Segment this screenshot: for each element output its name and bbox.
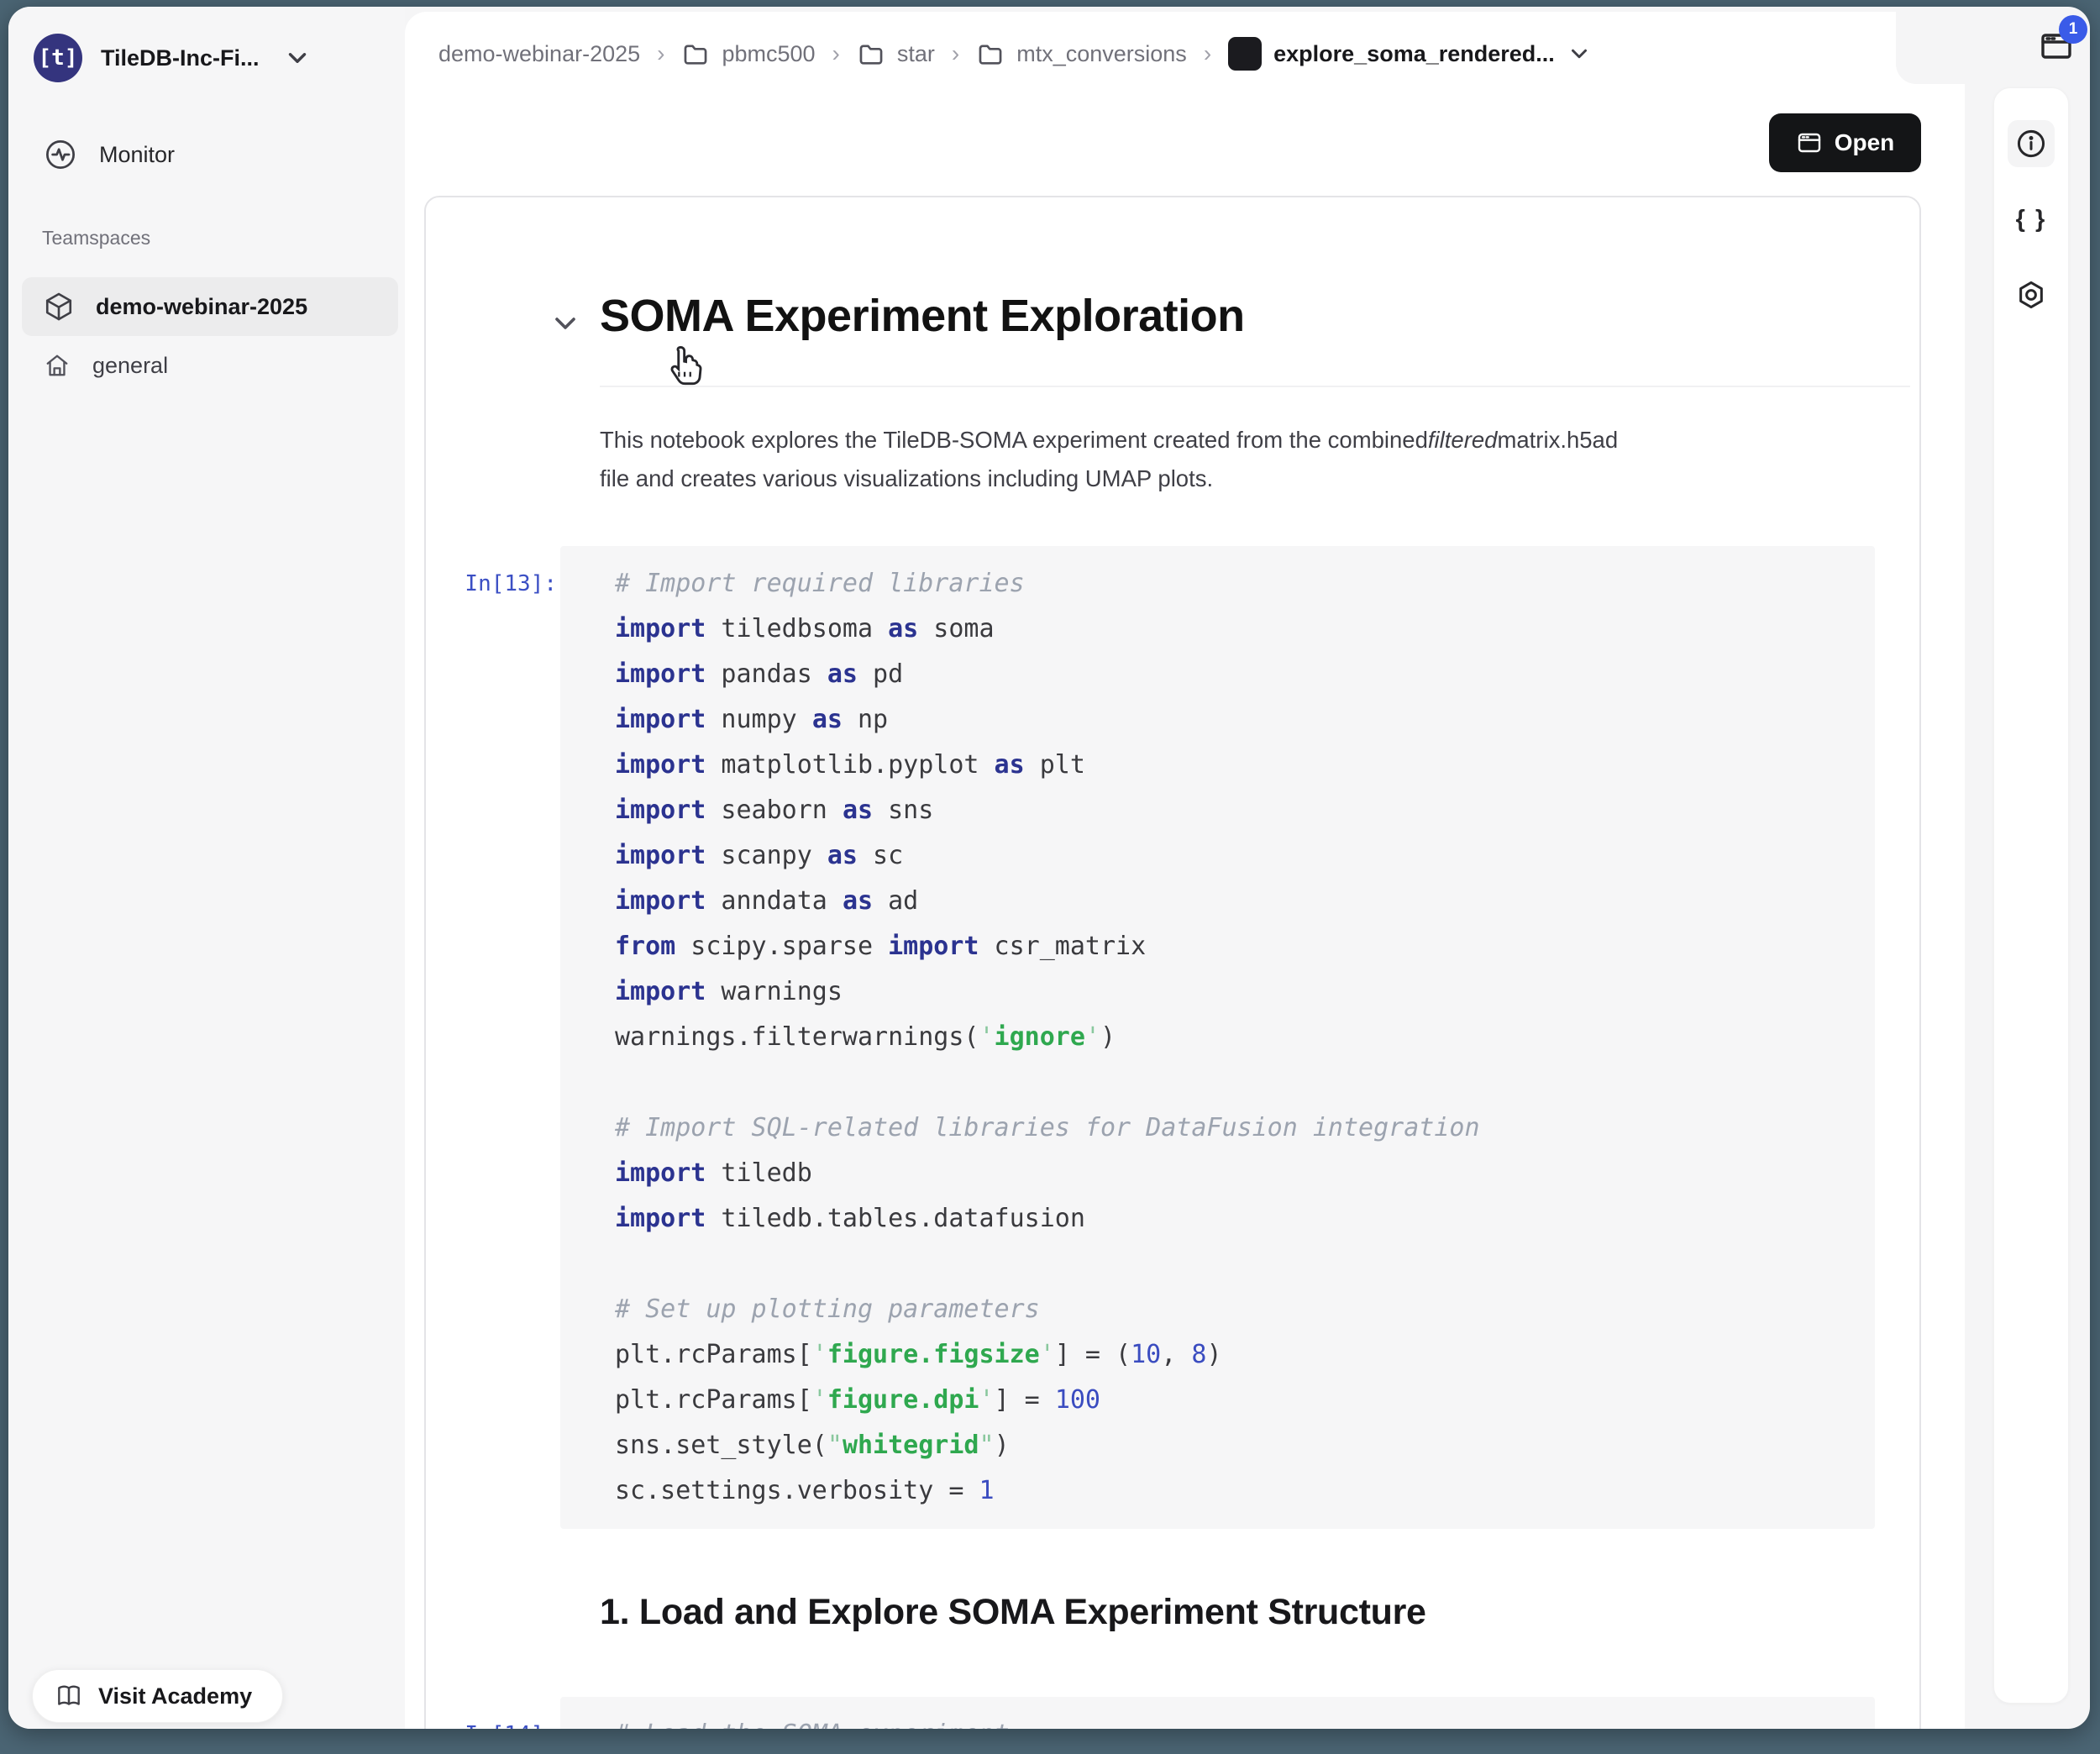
code-file-icon — [1228, 37, 1262, 71]
right-rail: 1 { } — [1965, 7, 2090, 1729]
code-line: import matplotlib.pyplot as plt — [615, 743, 1858, 788]
visit-academy-label: Visit Academy — [98, 1683, 252, 1709]
code-line: import numpy as np — [615, 697, 1858, 743]
code-line: # Import required libraries — [615, 561, 1858, 607]
intro-text: file and creates various visualizations … — [600, 465, 1213, 491]
code-line: plt.rcParams['figure.figsize'] = (10, 8) — [615, 1332, 1858, 1378]
teamspace-label: general — [92, 353, 168, 379]
info-panel-button[interactable] — [2008, 120, 2055, 167]
panel-icon-rail: { } — [1993, 87, 2069, 1704]
code-line: # Load the SOMA experiment — [615, 1712, 1858, 1729]
code-line: warnings.filterwarnings('ignore') — [615, 1015, 1858, 1060]
code-line: # Set up plotting parameters — [615, 1287, 1858, 1332]
breadcrumb-separator: › — [657, 40, 664, 67]
monitor-icon — [44, 138, 77, 171]
folder-icon — [681, 39, 710, 68]
breadcrumb-separator: › — [832, 40, 840, 67]
intro-text: matrix.h5ad — [1497, 427, 1618, 453]
tiledb-logo-icon: [t] — [34, 34, 82, 82]
code-line: plt.rcParams['figure.dpi'] = 100 — [615, 1378, 1858, 1423]
visit-academy-button[interactable]: Visit Academy — [32, 1669, 283, 1723]
folder-icon — [857, 39, 885, 68]
intro-text: This notebook explores the TileDB-SOMA e… — [600, 427, 1428, 453]
code-line: sns.set_style("whitegrid") — [615, 1423, 1858, 1468]
code-line — [615, 1060, 1858, 1105]
breadcrumb-item-mtx-conversions[interactable]: mtx_conversions — [976, 39, 1187, 68]
open-button[interactable]: Open — [1769, 113, 1921, 172]
braces-icon: { } — [2016, 206, 2047, 234]
intro-italic: filtered — [1428, 427, 1498, 453]
code-line: import anndata as ad — [615, 879, 1858, 924]
windows-indicator-button[interactable]: 1 — [2037, 25, 2077, 66]
breadcrumb-separator: › — [1204, 40, 1211, 67]
breadcrumb-item-star[interactable]: star — [857, 39, 935, 68]
notebook-card: SOMA Experiment Exploration This noteboo… — [424, 196, 1921, 1729]
breadcrumb-label: star — [897, 41, 935, 67]
title-divider — [600, 386, 1910, 387]
breadcrumb: demo-webinar-2025 › pbmc500 › star › mtx_conve… — [438, 30, 1592, 77]
code-line: import scanpy as sc — [615, 833, 1858, 879]
app-window: [t] TileDB-Inc-Fi... Monitor Teamspaces … — [8, 7, 2090, 1729]
breadcrumb-item-explore-soma-rendered-[interactable]: explore_soma_rendered... — [1228, 37, 1592, 71]
breadcrumb-item-pbmc500[interactable]: pbmc500 — [681, 39, 815, 68]
sidebar-item-demo-webinar-2025[interactable]: demo-webinar-2025 — [22, 277, 398, 336]
main-panel: demo-webinar-2025 › pbmc500 › star › mtx_conve… — [405, 12, 1965, 1729]
teamspaces-list: demo-webinar-2025 general — [22, 277, 398, 395]
code-panel-button[interactable]: { } — [2008, 196, 2055, 243]
org-name: TileDB-Inc-Fi... — [101, 45, 260, 71]
code-cell[interactable]: # Import required librariesimport tiledb… — [560, 546, 1875, 1529]
teamspaces-section-label: Teamspaces — [42, 227, 150, 249]
breadcrumb-label: mtx_conversions — [1016, 41, 1187, 67]
chevron-down-icon — [283, 44, 312, 72]
code-line: # Import SQL-related libraries for DataF… — [615, 1105, 1858, 1151]
cell-input-label: In[13]: — [465, 561, 557, 607]
breadcrumb-label: pbmc500 — [722, 41, 815, 67]
code-cell[interactable]: # Load the SOMA experiment — [560, 1697, 1875, 1729]
settings-panel-button[interactable] — [2008, 271, 2055, 318]
code-line: import tiledb — [615, 1151, 1858, 1196]
code-line: sc.settings.verbosity = 1 — [615, 1468, 1858, 1514]
code-line: import tiledbsoma as soma — [615, 607, 1858, 652]
breadcrumb-label: explore_soma_rendered... — [1273, 41, 1555, 67]
breadcrumb-item-demo-webinar-2025[interactable]: demo-webinar-2025 — [438, 41, 640, 67]
chevron-down-icon — [1567, 41, 1592, 66]
org-switcher[interactable]: [t] TileDB-Inc-Fi... — [34, 30, 380, 86]
code-line: import tiledb.tables.datafusion — [615, 1196, 1858, 1242]
home-icon — [42, 350, 72, 381]
section-heading: 1. Load and Explore SOMA Experiment Stru… — [600, 1592, 1426, 1633]
breadcrumb-label: demo-webinar-2025 — [438, 41, 640, 67]
code-line: from scipy.sparse import csr_matrix — [615, 924, 1858, 969]
breadcrumb-separator: › — [952, 40, 959, 67]
header-notch — [1896, 12, 1965, 84]
code-line: import seaborn as sns — [615, 788, 1858, 833]
gear-icon — [2015, 279, 2047, 311]
code-line: import pandas as pd — [615, 652, 1858, 697]
info-icon — [2015, 128, 2047, 160]
cube-icon — [42, 290, 76, 323]
teamspace-label: demo-webinar-2025 — [96, 294, 307, 320]
book-icon — [55, 1682, 83, 1710]
open-button-label: Open — [1835, 129, 1895, 156]
collapse-section-icon[interactable] — [549, 307, 582, 340]
cell-input-label: In[14]: — [465, 1712, 557, 1729]
notebook-intro: This notebook explores the TileDB-SOMA e… — [600, 421, 1893, 498]
notification-badge: 1 — [2059, 15, 2087, 44]
folder-icon — [976, 39, 1005, 68]
sidebar-item-general[interactable]: general — [22, 336, 398, 395]
logo-text: [t] — [39, 45, 78, 71]
pointer-cursor-icon — [666, 345, 705, 387]
code-line — [615, 1242, 1858, 1287]
sidebar-item-label: Monitor — [99, 142, 175, 168]
code-line: import warnings — [615, 969, 1858, 1015]
sidebar-item-monitor[interactable]: Monitor — [29, 128, 385, 181]
browser-window-icon — [1796, 129, 1823, 156]
notebook-title: SOMA Experiment Exploration — [600, 290, 1245, 342]
sidebar: [t] TileDB-Inc-Fi... Monitor Teamspaces … — [8, 7, 405, 1729]
